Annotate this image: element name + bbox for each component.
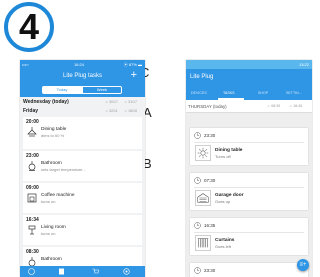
thermostat-icon — [28, 161, 36, 171]
task-action: dims to 60 % — [41, 133, 65, 138]
app-title: Lite Plug — [190, 74, 214, 80]
task-card[interactable]: 23:30 — [190, 263, 308, 277]
weather-1: ☼ 32/11 — [105, 109, 118, 113]
day-header: THURSDAY (today) ☼ 08:39 ☼ 16:45 — [186, 100, 312, 113]
task-action: turns on — [41, 199, 56, 204]
day-label: Friday — [23, 108, 39, 114]
ios-tab-bar — [20, 266, 145, 277]
divider — [194, 187, 304, 188]
shop-tab-icon[interactable] — [92, 268, 99, 275]
tab-shop[interactable]: SHOP — [258, 91, 268, 95]
lamp-icon — [27, 127, 37, 137]
task-device-name: Dining table — [41, 127, 67, 132]
tab-tasks[interactable]: TASKS — [223, 91, 235, 95]
garage-icon — [195, 190, 211, 206]
sunrise-time: ☼ 08:39 — [267, 104, 281, 108]
ceiling-light-icon — [195, 145, 211, 161]
clock-icon — [194, 132, 201, 139]
task-time: 09:00 — [26, 185, 39, 191]
task-card[interactable]: 16:35 Curtains Goes left — [190, 218, 308, 255]
task-time: 08:30 — [26, 249, 39, 255]
tab-devices[interactable]: DEVICES — [191, 91, 207, 95]
task-device-name: Dining table — [215, 148, 243, 153]
task-card[interactable]: 16:34 Living room turns on — [23, 215, 142, 245]
add-task-button[interactable]: + — [131, 70, 137, 81]
tasks-tab-icon[interactable] — [58, 268, 65, 275]
task-action: turns on — [41, 231, 56, 236]
task-time: 23:30 — [204, 268, 216, 273]
task-device-name: Curtains — [215, 238, 235, 243]
clock-icon — [194, 177, 201, 184]
coffee-machine-icon — [27, 193, 37, 203]
day-label: THURSDAY (today) — [188, 104, 227, 109]
sunset-time: ☼ 16:45 — [289, 104, 303, 108]
task-card[interactable]: 07:30 Garage door Goes up — [190, 173, 308, 210]
divider — [194, 142, 304, 143]
clock-icon — [194, 222, 201, 229]
status-time: 16:24 — [74, 62, 85, 67]
task-action: Goes left — [215, 244, 232, 249]
task-time: 23:30 — [204, 133, 216, 138]
android-status-bar: 13:22 — [186, 60, 312, 69]
task-device-name: Coffee machine — [41, 193, 75, 198]
floor-lamp-icon — [28, 225, 36, 235]
task-time: 16:35 — [204, 223, 216, 228]
task-card[interactable]: 09:00 Coffee machine turns on — [23, 183, 142, 213]
status-carrier: ••••◦ — [22, 62, 30, 67]
task-action: Turns off — [215, 154, 231, 159]
status-time: 13:22 — [298, 62, 309, 67]
task-action: Goes up — [215, 199, 231, 204]
curtains-icon — [195, 235, 211, 251]
weather-2: ☼ 18/15 — [124, 109, 137, 113]
task-device-name: Garage door — [215, 193, 244, 198]
step-number-badge: 4 — [4, 2, 54, 52]
task-device-name: Bathroom — [41, 161, 62, 166]
weather-2: ☼ 31/17 — [124, 100, 137, 104]
status-battery: ⦿ 87% ▬ — [123, 62, 142, 67]
add-task-fab[interactable]: ≡+ — [297, 259, 309, 271]
task-action: sets target temperature... — [41, 167, 86, 172]
android-app-bar: Lite Plug — [186, 69, 312, 87]
page-title: Lite Plug tasks — [62, 73, 103, 79]
task-card[interactable]: 23:00 Bathroom sets target temperature..… — [23, 151, 142, 181]
task-time: 16:34 — [26, 217, 39, 223]
day-label: Wednesday (today) — [23, 99, 69, 105]
badge-number: 4 — [18, 6, 40, 47]
segment-week[interactable]: Week — [82, 86, 122, 94]
devices-tab-icon[interactable] — [28, 268, 35, 275]
task-time: 23:00 — [26, 153, 39, 159]
clock-icon — [194, 267, 201, 274]
settings-tab-icon[interactable] — [123, 268, 130, 275]
tab-settings[interactable]: SETTIN... — [286, 91, 302, 95]
segment-today[interactable]: Today — [42, 86, 82, 94]
segmented-control: Today Week — [20, 84, 145, 97]
task-device-name: Living room — [41, 225, 66, 230]
day-header-today: Wednesday (today) ☼ 30/17 ☼ 31/17 — [23, 99, 142, 106]
divider — [194, 232, 304, 233]
task-time: 07:30 — [204, 178, 216, 183]
ios-phone-screen: ••••◦ 16:24 ⦿ 87% ▬ Lite Plug tasks + To… — [20, 60, 145, 277]
task-time: 20:00 — [26, 119, 39, 125]
ios-status-bar: ••••◦ 16:24 ⦿ 87% ▬ — [20, 60, 145, 69]
task-card[interactable]: 20:00 Dining table dims to 60 % — [23, 117, 142, 149]
task-card[interactable]: 23:30 Dining table Turns off — [190, 128, 308, 165]
day-header-friday: Friday ☼ 32/11 ☼ 18/15 — [23, 108, 142, 115]
task-device-name: Bathroom — [41, 257, 62, 262]
ios-nav-bar: Lite Plug tasks + — [20, 69, 145, 84]
weather-1: ☼ 30/17 — [105, 100, 118, 104]
android-phone-screen: 13:22 Lite Plug DEVICES TASKS SHOP SETTI… — [186, 60, 312, 277]
android-tab-strip: DEVICES TASKS SHOP SETTIN... — [186, 87, 312, 100]
